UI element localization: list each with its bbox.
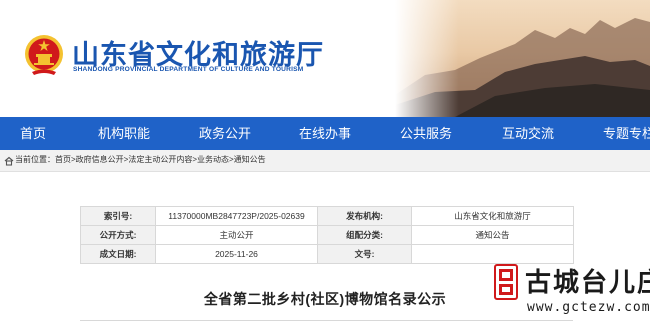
main-nav: 首页 机构职能 政务公开 在线办事 公共服务 互动交流 专题专栏 — [0, 117, 650, 150]
home-icon — [4, 156, 14, 166]
site-subtitle: SHANDONG PROVINCIAL DEPARTMENT OF CULTUR… — [73, 66, 304, 73]
nav-item-online-services[interactable]: 在线办事 — [299, 117, 351, 150]
docno-label: 文号: — [317, 244, 412, 264]
watermark-text: 古城台儿庄 — [525, 268, 650, 298]
nav-item-public-services[interactable]: 公共服务 — [400, 117, 452, 150]
watermark: 古城台儿庄 www.gctezw.com — [494, 260, 650, 322]
watermark-url: www.gctezw.com — [527, 300, 650, 315]
category-value: 通知公告 — [411, 225, 574, 245]
publisher-value: 山东省文化和旅游厅 — [411, 206, 574, 226]
nav-item-home[interactable]: 首页 — [20, 117, 46, 150]
breadcrumb-text[interactable]: 当前位置：首页>政府信息公开>法定主动公开内容>业务动态>通知公告 — [15, 154, 266, 165]
date-value: 2025-11-26 — [155, 244, 318, 264]
table-row: 索引号: 11370000MB2847723P/2025-02639 发布机构:… — [80, 206, 574, 226]
table-row: 公开方式: 主动公开 组配分类: 通知公告 — [80, 225, 574, 245]
publisher-label: 发布机构: — [317, 206, 412, 226]
site-header: 山东省文化和旅游厅 SHANDONG PROVINCIAL DEPARTMENT… — [0, 0, 650, 117]
date-label: 成文日期: — [80, 244, 156, 264]
document-info-table: 索引号: 11370000MB2847723P/2025-02639 发布机构:… — [80, 206, 574, 264]
method-value: 主动公开 — [155, 225, 318, 245]
nav-item-gov-affairs[interactable]: 政务公开 — [199, 117, 251, 150]
index-label: 索引号: — [80, 206, 156, 226]
nav-item-functions[interactable]: 机构职能 — [98, 117, 150, 150]
nav-item-interaction[interactable]: 互动交流 — [502, 117, 554, 150]
red-seal-icon — [494, 264, 518, 300]
header-landscape-image — [395, 0, 650, 117]
category-label: 组配分类: — [317, 225, 412, 245]
national-emblem-icon[interactable] — [24, 34, 64, 76]
breadcrumb: 当前位置：首页>政府信息公开>法定主动公开内容>业务动态>通知公告 — [0, 150, 650, 172]
index-value: 11370000MB2847723P/2025-02639 — [155, 206, 318, 226]
nav-item-special-topics[interactable]: 专题专栏 — [603, 117, 650, 150]
method-label: 公开方式: — [80, 225, 156, 245]
